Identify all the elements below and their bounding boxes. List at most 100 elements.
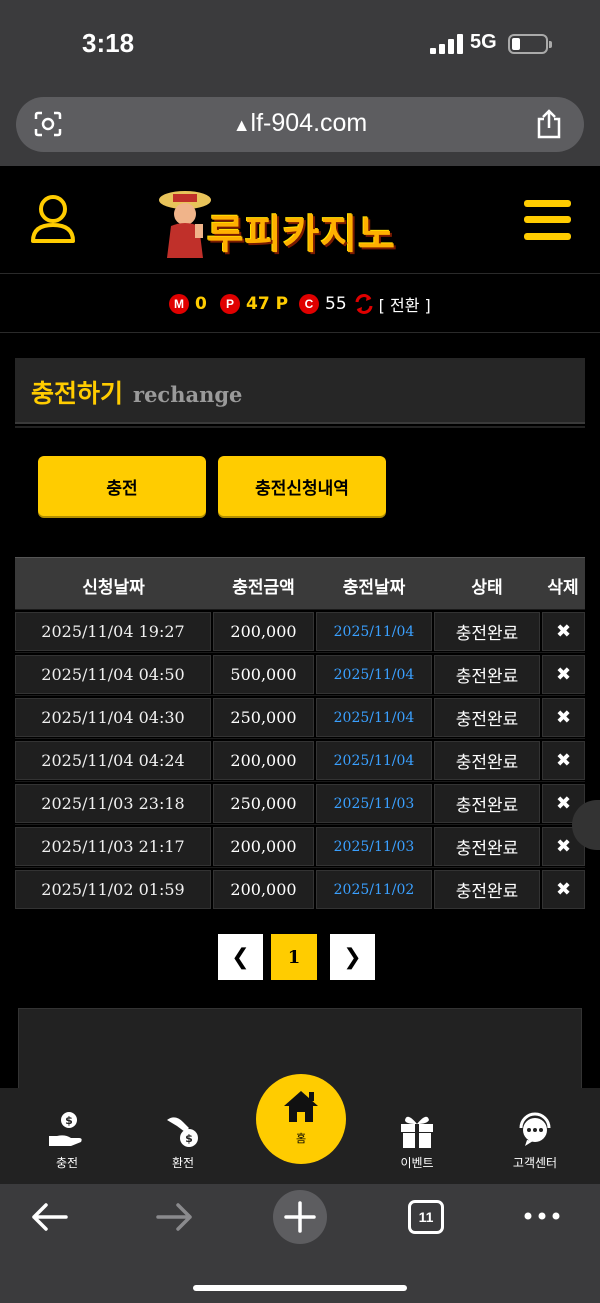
tabs-button[interactable]: 11 [408,1200,444,1234]
home-indicator [193,1285,407,1291]
cell-status: 충전완료 [434,698,540,737]
cell-status: 충전완료 [434,612,540,651]
support-chat-icon [519,1112,551,1146]
signal-icon [430,34,464,54]
c-badge-icon: C [299,294,319,314]
nav-charge[interactable]: $ 충전 [22,1110,112,1176]
svg-text:$: $ [65,1114,73,1127]
table-row: 2025/11/02 01:59 200,000 2025/11/02 충전완료 ✖ [15,867,585,910]
share-icon[interactable] [536,109,562,139]
convert-button[interactable]: [ 전환 ] [379,292,431,316]
home-icon [284,1091,318,1122]
plus-icon [284,1201,316,1233]
cell-charge-date[interactable]: 2025/11/04 [316,698,432,737]
cell-amount: 250,000 [213,784,314,823]
c-value: 55 [325,294,347,314]
address-bar[interactable]: ▲lf-904.com [16,97,584,152]
cell-charge-date[interactable]: 2025/11/04 [316,741,432,780]
cell-request-date: 2025/11/04 19:27 [15,612,211,651]
refresh-icon[interactable] [353,293,375,315]
url-text: ▲lf-904.com [232,109,368,137]
cell-amount: 200,000 [213,870,314,909]
charge-history-table: 신청날짜 충전금액 충전날짜 상태 삭제 2025/11/04 19:27 200… [15,557,585,910]
delete-icon[interactable]: ✖ [542,698,585,737]
delete-icon[interactable]: ✖ [542,655,585,694]
gift-icon [401,1116,433,1148]
divider [15,426,585,428]
nav-home-button[interactable]: 홈 [256,1074,346,1164]
cell-charge-date[interactable]: 2025/11/04 [316,612,432,651]
cell-status: 충전완료 [434,741,540,780]
delete-icon[interactable]: ✖ [542,870,585,909]
cell-amount: 250,000 [213,698,314,737]
p-points: P 47 P [220,293,288,315]
cell-request-date: 2025/11/04 04:50 [15,655,211,694]
p-value: 47 P [246,294,289,314]
points-bar: M 0 P 47 P C 55 [ 전환 ] [0,275,600,333]
status-bar: 3:18 5G [0,0,600,88]
cell-status: 충전완료 [434,655,540,694]
nav-event[interactable]: 이벤트 [372,1110,462,1176]
cell-request-date: 2025/11/04 04:30 [15,698,211,737]
cell-status: 충전완료 [434,870,540,909]
withdraw-hand-coin-icon: $ [167,1117,198,1147]
logo-text: 루피카지노 [207,212,396,258]
network-label: 5G [470,31,497,53]
delete-icon[interactable]: ✖ [542,741,585,780]
menu-icon[interactable] [524,200,571,240]
warning-icon: ▲ [232,115,251,135]
table-row: 2025/11/04 04:30 250,000 2025/11/04 충전완료 ✖ [15,695,585,738]
cell-status: 충전완료 [434,827,540,866]
charge-button[interactable]: 충전 [38,456,206,516]
page-title-bar: 충전하기 rechange [15,358,585,424]
cell-amount: 500,000 [213,655,314,694]
header-amount: 충전금액 [232,578,295,598]
m-value: 0 [195,294,207,314]
cell-status: 충전완료 [434,784,540,823]
nav-withdraw[interactable]: $ 환전 [138,1110,228,1176]
cell-charge-date[interactable]: 2025/11/03 [316,827,432,866]
page-title: 충전하기 [31,379,124,408]
table-row: 2025/11/04 04:50 500,000 2025/11/04 충전완료 ✖ [15,652,585,695]
page-1-button[interactable]: 1 [271,934,317,980]
site-logo[interactable]: 루피카지노 [155,182,455,262]
cell-amount: 200,000 [213,827,314,866]
table-row: 2025/11/03 23:18 250,000 2025/11/03 충전완료 ✖ [15,781,585,824]
more-icon[interactable] [522,1206,562,1226]
charge-history-button[interactable]: 충전신청내역 [218,456,386,516]
table-row: 2025/11/04 04:24 200,000 2025/11/04 충전완료 ✖ [15,738,585,781]
logo-character-icon [159,191,211,258]
header-status: 상태 [471,578,503,598]
cell-amount: 200,000 [213,612,314,651]
forward-arrow-icon[interactable] [156,1202,194,1232]
cell-charge-date[interactable]: 2025/11/02 [316,870,432,909]
table-row: 2025/11/04 19:27 200,000 2025/11/04 충전완료 ✖ [15,609,585,652]
cell-request-date: 2025/11/03 23:18 [15,784,211,823]
site-header: 루피카지노 [0,166,600,274]
new-tab-button[interactable] [273,1190,327,1244]
m-money: M 0 [169,293,207,315]
next-page-button[interactable]: ❯ [330,934,375,980]
svg-text:$: $ [185,1132,193,1145]
nav-support[interactable]: 고객센터 [490,1110,580,1176]
header-charge-date: 충전날짜 [342,578,406,598]
status-time: 3:18 [82,28,135,58]
header-request-date: 신청날짜 [82,578,145,598]
cell-charge-date[interactable]: 2025/11/04 [316,655,432,694]
table-header: 신청날짜 충전금액 충전날짜 상태 삭제 [15,557,585,609]
back-arrow-icon[interactable] [30,1202,68,1232]
prev-page-button[interactable]: ❮ [218,934,263,980]
header-delete: 삭제 [547,578,579,598]
user-icon[interactable] [30,194,76,244]
browser-address-area: ▲lf-904.com [0,88,600,166]
table-row: 2025/11/03 21:17 200,000 2025/11/03 충전완료 ✖ [15,824,585,867]
cell-request-date: 2025/11/04 04:24 [15,741,211,780]
p-badge-icon: P [220,294,240,314]
page-subtitle: rechange [133,382,243,407]
cell-amount: 200,000 [213,741,314,780]
cell-charge-date[interactable]: 2025/11/03 [316,784,432,823]
c-coins: C 55 [ 전환 ] [299,293,431,315]
delete-icon[interactable]: ✖ [542,612,585,651]
battery-icon [508,34,552,54]
m-badge-icon: M [169,294,189,314]
